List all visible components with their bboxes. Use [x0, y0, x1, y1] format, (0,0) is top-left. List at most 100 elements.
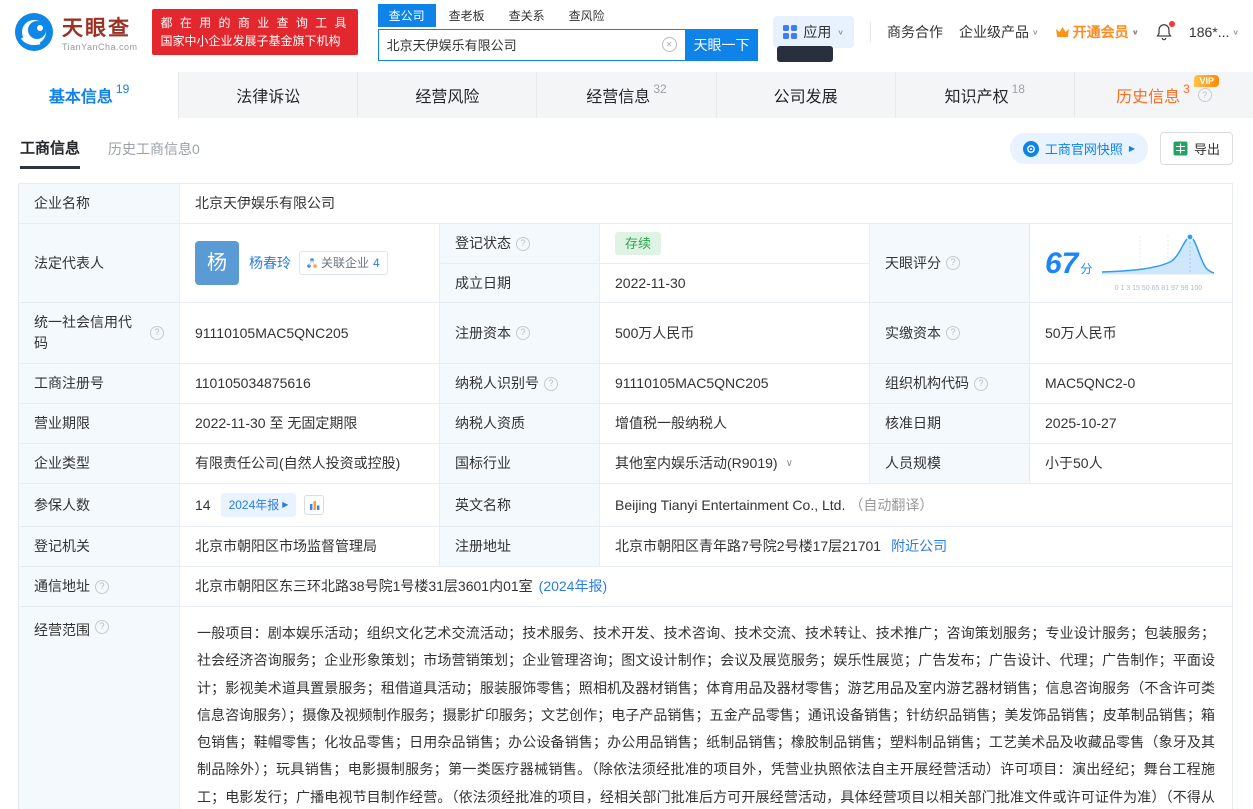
score-curve [1102, 233, 1215, 275]
related-companies-label: 关联企业 [321, 256, 370, 270]
export-button[interactable]: 导出 [1159, 132, 1233, 165]
basic-info-panel: 工商信息 历史工商信息0 工商官网快照 ▶ 导出 企业名称 北京天伊娱乐有限公司… [0, 118, 1253, 809]
nearby-companies-link[interactable]: 附近公司 [891, 536, 947, 557]
help-icon[interactable]: ? [516, 326, 530, 340]
help-icon[interactable]: ? [95, 620, 109, 634]
field-label: 法定代表人 [34, 254, 104, 271]
help-icon[interactable]: ? [946, 256, 960, 270]
related-companies-count: 4 [373, 256, 380, 270]
search-tab-relation[interactable]: 查关系 [498, 4, 556, 27]
field-label: 纳税人资质 [455, 415, 525, 431]
org-code: MAC5QNC2-0 [1045, 375, 1136, 391]
help-icon[interactable]: ? [974, 376, 988, 391]
notifications-button[interactable] [1155, 21, 1175, 41]
chevron-down-icon: ∨ [1032, 27, 1039, 36]
search-tab-boss[interactable]: 查老板 [438, 4, 496, 27]
tab-intellectual-property[interactable]: 知识产权 18 [894, 72, 1074, 118]
annual-report-label: 2024年报 [228, 498, 280, 512]
value-insured-count: 14 2024年报 ▶ [179, 484, 439, 526]
value-staff-size: 小于50人 [1029, 444, 1232, 483]
apps-menu-button[interactable]: 应用 ∨ [773, 16, 855, 62]
arrow-right-icon: ▶ [1128, 144, 1135, 153]
tab-history-info[interactable]: VIP 历史信息 3 ? [1073, 72, 1253, 118]
snapshot-icon [1022, 140, 1039, 157]
help-icon[interactable]: ? [946, 326, 960, 340]
help-icon[interactable]: ? [1197, 88, 1212, 102]
tab-operating-risk[interactable]: 经营风险 [357, 72, 536, 118]
field-label: 通信地址 [34, 578, 90, 594]
help-icon[interactable]: ? [95, 579, 109, 594]
enterprise-products-link[interactable]: 企业级产品 ∨ [959, 22, 1039, 42]
tab-legal-litigation[interactable]: 法律诉讼 [178, 72, 357, 118]
search-tab-risk[interactable]: 查风险 [558, 4, 616, 27]
mailing-address-report-link[interactable]: (2024年报) [539, 576, 607, 597]
value-establish-date: 2022-11-30 [599, 263, 869, 302]
related-companies-badge[interactable]: 关联企业 4 [299, 251, 388, 275]
taxpayer-quality: 增值税一般纳税人 [615, 415, 727, 431]
brand-domain: TianYanCha.com [62, 42, 138, 52]
industry: 其他室内娱乐活动(R9019) [615, 455, 778, 471]
tab-basic-info[interactable]: 基本信息 19 [0, 72, 179, 118]
notification-dot [1168, 21, 1175, 27]
tab-company-development[interactable]: 公司发展 [715, 72, 895, 118]
tab-label: 经营信息 [586, 89, 651, 106]
legal-rep-name-link[interactable]: 杨春玲 [249, 253, 291, 274]
value-registration-number: 110105034875616 [179, 364, 439, 403]
brand-text: 天眼查 TianYanCha.com [62, 12, 138, 52]
tab-label: 法律诉讼 [236, 89, 301, 106]
tab-count: 19 [115, 82, 130, 96]
value-company-type: 有限责任公司(自然人投资或控股) [179, 444, 439, 483]
business-cooperation-link[interactable]: 商务合作 [887, 22, 943, 42]
insured-source-icon[interactable] [304, 495, 325, 515]
tab-count: 18 [1011, 82, 1025, 96]
search-tab-company[interactable]: 查公司 [377, 3, 436, 27]
field-label: 核准日期 [885, 415, 941, 431]
tianyancha-logo[interactable]: 天眼查 TianYanCha.com [14, 12, 138, 52]
english-name-note: （自动翻译） [849, 496, 934, 513]
subtab-history-business-info[interactable]: 历史工商信息0 [108, 139, 200, 159]
tab-operating-info[interactable]: 经营信息 32 [536, 72, 715, 118]
help-icon[interactable]: ? [544, 376, 558, 391]
help-icon[interactable]: ? [150, 326, 164, 340]
export-label: 导出 [1193, 142, 1220, 157]
registered-address: 北京市朝阳区青年路7号院2号楼17层21701 [615, 538, 882, 554]
label-company-name: 企业名称 [19, 184, 179, 223]
subtab-business-info[interactable]: 工商信息 [20, 137, 81, 169]
annual-report-badge[interactable]: 2024年报 ▶ [220, 493, 297, 517]
registered-capital: 500万人民币 [615, 324, 695, 341]
table-row: 工商注册号 110105034875616 纳税人识别号 ? 91110105M… [19, 363, 1232, 403]
field-label: 英文名称 [455, 496, 511, 513]
help-icon[interactable]: ? [516, 236, 530, 251]
value-company-name: 北京天伊娱乐有限公司 [179, 184, 1232, 223]
value-industry: 其他室内娱乐活动(R9019) ∨ [599, 444, 869, 483]
account-phone-label: 186*... [1188, 24, 1230, 40]
export-spreadsheet-icon [1173, 141, 1188, 156]
official-snapshot-button[interactable]: 工商官网快照 ▶ [1009, 133, 1148, 164]
account-phone-menu[interactable]: 186*... ∨ [1189, 24, 1239, 40]
brand-name: 天眼查 [62, 17, 131, 40]
search-area: 查公司 查老板 查关系 查风险 ✕ 天眼一下 [377, 3, 758, 61]
field-label: 营业期限 [34, 415, 90, 431]
tianyancha-logo-icon [15, 13, 53, 51]
field-label: 统一社会信用代码 [34, 314, 132, 351]
open-vip-link[interactable]: 开通会员 ∨ [1055, 22, 1139, 42]
label-establish-date: 成立日期 [439, 263, 599, 302]
field-label: 组织机构代码 [885, 375, 969, 391]
clear-search-icon[interactable]: ✕ [661, 37, 677, 52]
search-input[interactable] [386, 37, 662, 52]
legal-rep-avatar[interactable]: 杨 [195, 241, 239, 285]
tab-count: 32 [653, 82, 667, 96]
label-org-code: 组织机构代码 ? [869, 364, 1029, 403]
value-business-term: 2022-11-30 至 无固定期限 [179, 404, 439, 443]
expand-industry-icon[interactable]: ∨ [786, 456, 793, 471]
label-staff-size: 人员规模 [869, 444, 1029, 483]
tianyan-score-cell[interactable]: 67 分 0 1 3 15 50 65 81 97 99 100 [1029, 224, 1232, 302]
table-row: 企业类型 有限责任公司(自然人投资或控股) 国标行业 其他室内娱乐活动(R901… [19, 443, 1232, 483]
tab-label: 历史信息 [1116, 89, 1181, 106]
status-badge: 存续 [615, 231, 662, 256]
field-label: 经营范围 [34, 622, 90, 638]
table-row: 经营范围 ? 一般项目：剧本娱乐活动；组织文化艺术交流活动；技术服务、技术开发、… [19, 606, 1232, 809]
score-unit: 分 [1080, 261, 1093, 276]
search-submit-button[interactable]: 天眼一下 [685, 28, 758, 61]
value-taxpayer-id: 91110105MAC5QNC205 [599, 364, 869, 403]
